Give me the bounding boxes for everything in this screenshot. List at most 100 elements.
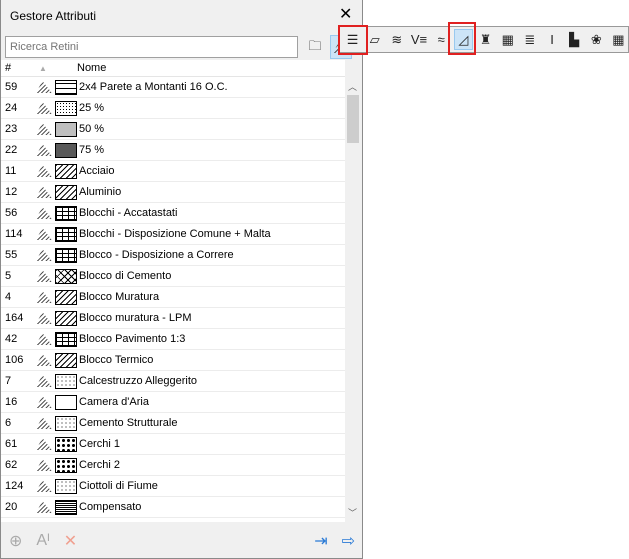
- pattern-swatch: [55, 415, 77, 431]
- table-row[interactable]: 16 Camera d'Aria: [1, 392, 345, 413]
- fill-id: 5: [5, 270, 12, 282]
- search-input[interactable]: [5, 36, 298, 58]
- fill-name: 75 %: [79, 144, 105, 156]
- pattern-swatch: [55, 79, 77, 95]
- table-row[interactable]: 7 Calcestruzzo Alleggerito: [1, 371, 345, 392]
- fill-name: 2x4 Parete a Montanti 16 O.C.: [79, 81, 228, 93]
- table-row[interactable]: 4 Blocco Muratura: [1, 287, 345, 308]
- fill-name: Blocchi - Accatastati: [79, 207, 178, 219]
- fill-type-icon: [36, 480, 52, 492]
- export-icon[interactable]: ⇨: [342, 531, 355, 551]
- fill-id: 12: [5, 186, 18, 198]
- sort-icon[interactable]: ▲: [33, 64, 77, 73]
- scroll-thumb[interactable]: [347, 95, 359, 143]
- scroll-down-icon[interactable]: ﹀: [348, 506, 357, 519]
- pattern-swatch: [55, 436, 77, 452]
- fill-id: 61: [5, 438, 18, 450]
- toolbar-type-icon-11[interactable]: ❀: [587, 29, 606, 50]
- rename-icon[interactable]: Aᴵ: [36, 532, 49, 550]
- fill-id: 4: [5, 291, 12, 303]
- table-row[interactable]: 62 Cerchi 2: [1, 455, 345, 476]
- toolbar-type-icon-8[interactable]: ≣: [520, 29, 539, 50]
- pattern-swatch: [55, 373, 77, 389]
- toolbar-type-icon-6[interactable]: ♜: [476, 29, 495, 50]
- fill-type-icon: [36, 102, 52, 114]
- pattern-swatch: [55, 310, 77, 326]
- table-row[interactable]: 12 Aluminio: [1, 182, 345, 203]
- toolbar-type-icon-9[interactable]: I: [542, 29, 561, 50]
- table-row[interactable]: 22 75 %: [1, 140, 345, 161]
- table-row[interactable]: 42 Blocco Pavimento 1:3: [1, 329, 345, 350]
- table-row[interactable]: 23 50 %: [1, 119, 345, 140]
- pattern-swatch: [55, 289, 77, 305]
- fill-id: 59: [5, 81, 18, 93]
- toolbar-type-icon-3[interactable]: V≡: [409, 29, 428, 50]
- fill-id: 24: [5, 102, 18, 114]
- column-name[interactable]: Nome: [77, 62, 106, 74]
- highlight-fill: [448, 22, 476, 55]
- fill-type-icon-wrap: [33, 459, 55, 471]
- fill-type-icon: [36, 354, 52, 366]
- table-row[interactable]: 59 2x4 Parete a Montanti 16 O.C.: [1, 77, 345, 98]
- toolbar-type-icon-2[interactable]: ≋: [387, 29, 406, 50]
- fill-type-icon-wrap: [33, 102, 55, 114]
- new-attribute-icon[interactable]: ⊕: [9, 531, 22, 551]
- fill-type-icon-wrap: [33, 291, 55, 303]
- fill-name: Blocco Muratura: [79, 291, 160, 303]
- fill-type-icon: [36, 207, 52, 219]
- table-row[interactable]: 24 25 %: [1, 98, 345, 119]
- pattern-swatch: [55, 352, 77, 368]
- fill-list: # ▲ Nome 59 2x4 Parete a Montanti 16 O.C.…: [1, 60, 345, 522]
- import-icon[interactable]: ⇥: [314, 531, 327, 551]
- toolbar-type-icon-12[interactable]: ▦: [609, 29, 628, 50]
- pattern-swatch: [55, 163, 77, 179]
- fill-type-icon-wrap: [33, 312, 55, 324]
- table-row[interactable]: 164 Blocco muratura - LPM: [1, 308, 345, 329]
- pattern-swatch: [55, 205, 77, 221]
- fill-type-icon: [36, 81, 52, 93]
- table-row[interactable]: 56 Blocchi - Accatastati: [1, 203, 345, 224]
- fill-id: 106: [5, 354, 24, 366]
- close-button[interactable]: ✕: [339, 4, 352, 24]
- table-row[interactable]: 55 Blocco - Disposizione a Correre: [1, 245, 345, 266]
- table-row[interactable]: 61 Cerchi 1: [1, 434, 345, 455]
- delete-icon[interactable]: ✕: [64, 531, 77, 551]
- fill-type-icon-wrap: [33, 480, 55, 492]
- fill-id: 124: [5, 480, 24, 492]
- fill-type-icon: [36, 249, 52, 261]
- fill-type-icon: [36, 312, 52, 324]
- table-row[interactable]: 5 Blocco di Cemento: [1, 266, 345, 287]
- scrollbar[interactable]: ︿ ﹀: [345, 77, 362, 522]
- pattern-swatch: [55, 268, 77, 284]
- fill-type-icon-wrap: [33, 417, 55, 429]
- pattern-swatch: [55, 247, 77, 263]
- table-row[interactable]: 124 Ciottoli di Fiume: [1, 476, 345, 497]
- fill-type-icon: [36, 375, 52, 387]
- table-row[interactable]: 114 Blocchi - Disposizione Comune + Malta: [1, 224, 345, 245]
- toolbar-type-icon-10[interactable]: ▙: [565, 29, 584, 50]
- folder-list-icon[interactable]: 🗀: [305, 37, 325, 57]
- toolbar-type-icon-7[interactable]: ▦: [498, 29, 517, 50]
- table-row[interactable]: 20 Compensato: [1, 497, 345, 518]
- bottom-bar: ⊕ Aᴵ ✕ ⇥ ⇨: [1, 522, 363, 559]
- table-row[interactable]: 11 Acciaio: [1, 161, 345, 182]
- toolbar-type-icon-1[interactable]: ▱: [365, 29, 384, 50]
- table-row[interactable]: 6 Cemento Strutturale: [1, 413, 345, 434]
- fill-name: Blocco di Cemento: [79, 270, 172, 282]
- fill-id: 114: [5, 228, 23, 240]
- scroll-up-icon[interactable]: ︿: [348, 80, 357, 93]
- fill-type-icon: [36, 417, 52, 429]
- fill-type-icon-wrap: [33, 396, 55, 408]
- fill-type-icon-wrap: [33, 228, 55, 240]
- fill-id: 55: [5, 249, 18, 261]
- pattern-swatch: [55, 121, 77, 137]
- fill-name: Calcestruzzo Alleggerito: [79, 375, 198, 387]
- column-number[interactable]: #: [1, 62, 33, 74]
- pattern-swatch: [55, 184, 77, 200]
- table-row[interactable]: 106 Blocco Termico: [1, 350, 345, 371]
- fill-name: Acciaio: [79, 165, 115, 177]
- fill-type-icon: [36, 165, 52, 177]
- fill-type-icon-wrap: [33, 123, 55, 135]
- fill-name: Compensato: [79, 501, 142, 513]
- fill-id: 6: [5, 417, 12, 429]
